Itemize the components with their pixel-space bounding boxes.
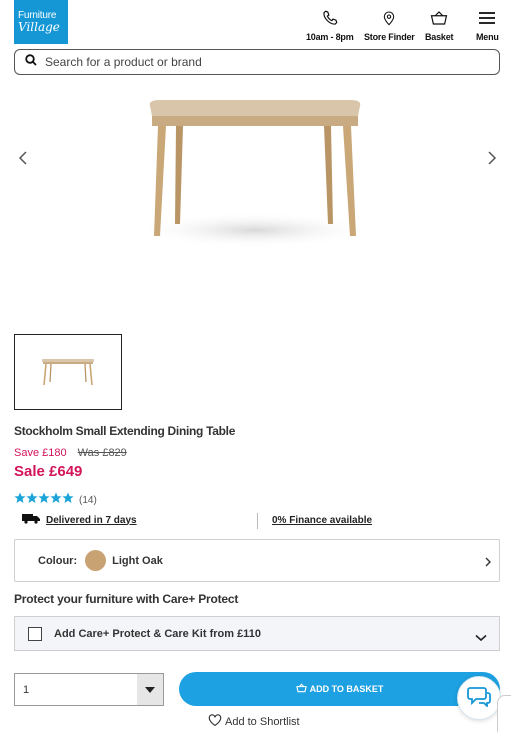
add-to-basket-label: ADD TO BASKET [309, 684, 384, 694]
search-icon [25, 53, 37, 71]
phone-icon [321, 8, 339, 28]
menu-label: Menu [476, 32, 499, 42]
search-placeholder: Search for a product or brand [45, 55, 202, 69]
sale-price: Sale £649 [14, 463, 83, 480]
carousel-prev-button[interactable] [13, 148, 33, 168]
protect-heading: Protect your furniture with Care+ Protec… [14, 592, 239, 606]
delivery-text: Delivered in 7 days [46, 514, 137, 526]
product-title: Stockholm Small Extending Dining Table [14, 424, 236, 438]
chevron-right-icon [485, 554, 491, 572]
furniture-village-logo[interactable]: Furniture Village [14, 0, 68, 44]
delivery-truck-icon [22, 513, 40, 527]
care-protect-option[interactable]: Add Care+ Protect & Care Kit from £110 [14, 616, 500, 651]
site-header: Furniture Village 10am - 8pm Store Finde… [0, 0, 511, 44]
star-rating [14, 491, 74, 509]
finance-link[interactable]: 0% Finance available [272, 515, 372, 526]
carousel-next-button[interactable] [482, 148, 502, 168]
chevron-left-icon [18, 151, 27, 165]
basket-label: Basket [425, 32, 454, 42]
save-amount: Save £180 [14, 447, 67, 459]
menu-button[interactable]: Menu [476, 8, 499, 42]
chevron-right-icon [488, 151, 497, 165]
delivery-info-link[interactable]: Delivered in 7 days [22, 513, 137, 527]
store-finder-label: Store Finder [364, 32, 415, 42]
rating-summary[interactable]: (14) [14, 491, 97, 509]
info-divider [257, 513, 258, 529]
care-protect-label: Add Care+ Protect & Care Kit from £110 [54, 627, 261, 640]
product-thumbnail[interactable] [14, 334, 122, 410]
chat-bubble-icon [467, 685, 491, 712]
add-to-basket-button[interactable]: ADD TO BASKET [179, 672, 500, 706]
shortlist-label: Add to Shortlist [225, 715, 300, 728]
product-image-carousel[interactable] [0, 78, 511, 318]
was-price: Was £829 [77, 447, 127, 459]
basket-icon [430, 8, 448, 28]
logo-line2: Village [18, 20, 60, 34]
map-pin-icon [381, 8, 397, 28]
care-protect-checkbox[interactable] [28, 626, 42, 641]
colour-selector[interactable]: Colour: Light Oak [14, 539, 500, 582]
basket-link[interactable]: Basket [425, 8, 454, 42]
review-count: (14) [79, 494, 97, 506]
colour-swatch [85, 550, 107, 571]
search-input[interactable]: Search for a product or brand [14, 49, 500, 75]
store-finder-link[interactable]: Store Finder [364, 8, 415, 42]
quantity-dropdown-toggle[interactable] [137, 674, 163, 705]
opening-hours-label: 10am - 8pm [306, 32, 354, 42]
thumbnail-image [42, 359, 94, 386]
caret-down-icon [145, 686, 155, 693]
chevron-down-icon[interactable] [475, 629, 487, 647]
colour-label: Colour: [38, 554, 78, 567]
menu-icon [478, 8, 496, 28]
colour-value: Light Oak [112, 554, 163, 567]
heart-icon [208, 714, 222, 729]
opening-hours-link[interactable]: 10am - 8pm [306, 8, 354, 42]
add-to-shortlist-button[interactable]: Add to Shortlist [208, 714, 300, 729]
product-image [135, 100, 375, 248]
feedback-tab[interactable] [497, 695, 511, 732]
chat-button[interactable] [457, 676, 501, 720]
quantity-value: 1 [23, 683, 30, 696]
price-savings: Save £180 Was £829 [14, 447, 127, 459]
basket-icon [295, 683, 307, 695]
quantity-select[interactable]: 1 [14, 673, 164, 706]
